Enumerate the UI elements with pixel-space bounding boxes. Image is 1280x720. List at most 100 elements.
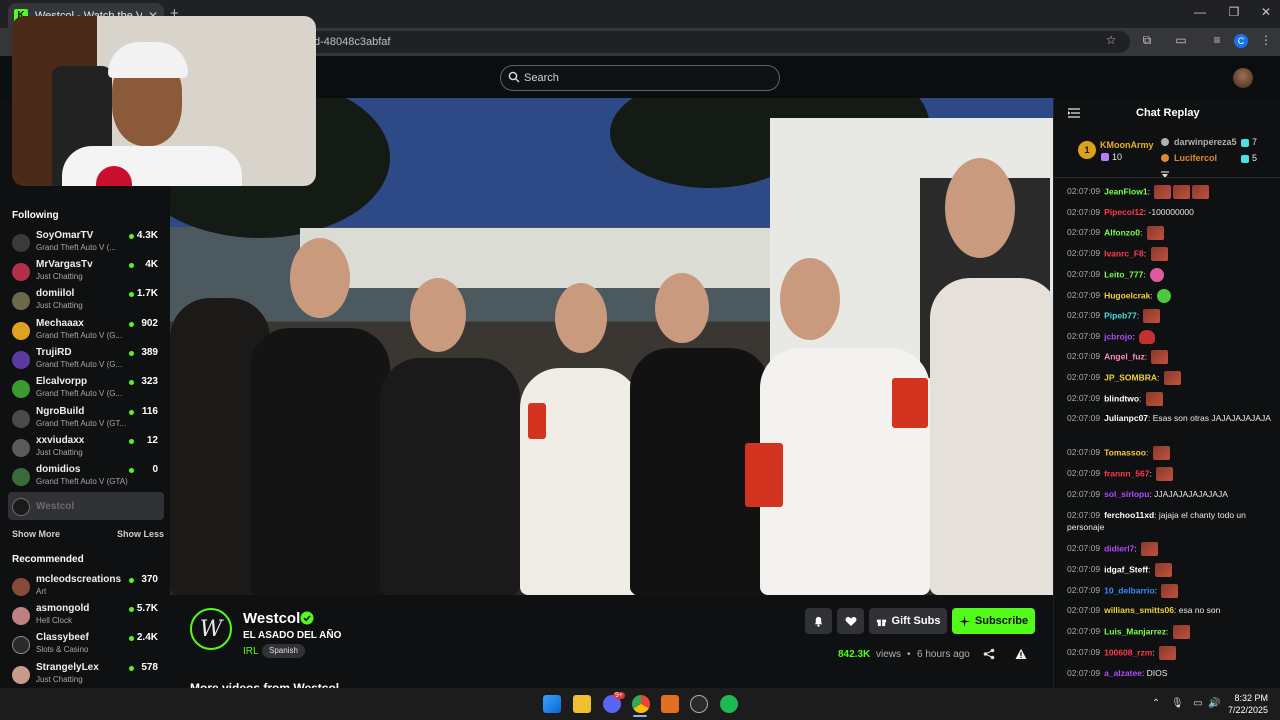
subscribe-button[interactable]: Subscribe [952,608,1035,634]
spotify-icon[interactable] [720,695,738,713]
sidebar-channel[interactable]: Mechaaax Grand Theft Auto V (G... 902 [8,316,164,344]
emote-icon[interactable] [1161,584,1179,598]
show-more-button[interactable]: Show More [12,529,60,539]
emote-icon[interactable] [1143,309,1161,323]
message-username[interactable]: ferchoo11xd [1104,510,1154,520]
emote-icon[interactable] [1141,542,1159,556]
channel-logo[interactable]: W [190,608,232,650]
message-username[interactable]: JeanFlow1 [1104,186,1147,196]
share-icon[interactable] [983,648,995,660]
emote-icon[interactable] [1152,446,1170,460]
message-username[interactable]: a_alzatee [1104,668,1142,678]
message-username[interactable]: didierl7 [1104,543,1134,553]
extensions-icon[interactable]: ⧉ [1138,33,1156,48]
emote-icon[interactable] [1192,185,1210,199]
menu-kebab-icon[interactable]: ⋮ [1257,33,1275,47]
search-input[interactable] [524,69,764,87]
top-gifter-name[interactable]: KMoonArmy [1100,140,1154,150]
windows-start-icon[interactable] [543,695,561,713]
follow-button[interactable] [837,608,864,634]
report-warning-icon[interactable] [1015,648,1027,660]
sidebar-channel-current[interactable]: Westcol [8,492,164,520]
tray-chevron-icon[interactable]: ⌃ [1150,698,1162,710]
sidebar-channel[interactable]: TrujiRD Grand Theft Auto V (G... 389 [8,345,164,373]
emote-icon[interactable] [1163,371,1181,385]
message-username[interactable]: 10_delbarrio [1104,585,1155,595]
collapse-chat-icon[interactable] [1068,108,1080,118]
chrome-icon[interactable] [632,695,650,713]
viewer-count: 4K [145,259,158,270]
microphone-tray-icon[interactable]: 🎙 [1171,698,1184,710]
emote-icon[interactable] [1154,185,1172,199]
sidebar-channel[interactable]: Elcalvorpp Grand Theft Auto V (G... 323 [8,374,164,402]
message-username[interactable]: idgaf_Steff [1104,564,1148,574]
message-username[interactable]: blindtwo [1104,393,1139,403]
viewer-count: 2.4K [136,632,158,643]
sidebar-channel[interactable]: asmongold Hell Clock 5.7K [8,601,164,629]
sidebar-channel[interactable]: domiilol Just Chatting 1.7K [8,286,164,314]
message-username[interactable]: frannn_567 [1104,468,1149,478]
volume-icon[interactable]: 🔊 [1208,698,1220,710]
emote-icon[interactable] [1154,563,1172,577]
top-gifter-name[interactable]: darwinpereza5 [1174,137,1237,147]
app-icon[interactable] [690,695,708,713]
profile-avatar[interactable]: C [1234,34,1248,48]
message-username[interactable]: sol_sirlopu [1104,489,1149,499]
message-username[interactable]: Alfonzo0 [1104,227,1140,237]
language-tag[interactable]: Spanish [262,644,305,658]
sidebar-channel[interactable]: StrangelyLex Just Chatting 578 [8,660,164,688]
sidebar-channel[interactable]: NgroBuild Grand Theft Auto V (GT... 116 [8,404,164,432]
emote-icon[interactable] [1172,625,1190,639]
expand-pinned-icon[interactable] [1160,170,1170,180]
streamer-name[interactable]: Westcol [243,610,300,627]
reading-list-icon[interactable]: ≡ [1208,33,1226,47]
emote-icon[interactable] [1145,392,1163,406]
gift-subs-button[interactable]: Gift Subs [869,608,947,634]
sidebar-channel[interactable]: mcleodscreations Art 370 [8,572,164,600]
message-username[interactable]: willians_smitts06 [1104,605,1174,615]
url-text[interactable]: d-48048c3abfaf [314,36,390,48]
sidebar-channel[interactable]: xxviudaxx Just Chatting 12 [8,433,164,461]
category-link[interactable]: IRL [243,646,259,657]
top-gifter-name[interactable]: Lucifercol [1174,153,1217,163]
emote-icon[interactable] [1150,247,1168,261]
message-username[interactable]: Luis_Manjarrez [1104,626,1166,636]
emote-icon[interactable] [1151,350,1169,364]
maximize-icon[interactable]: ❐ [1224,5,1244,19]
emote-icon[interactable] [1159,646,1177,660]
message-username[interactable]: Julianpc07 [1104,413,1148,423]
message-username[interactable]: Ivanrc_F8 [1104,248,1144,258]
sidebar-channel[interactable]: MrVargasTv Just Chatting 4K [8,257,164,285]
message-username[interactable]: Tomassoo [1104,447,1146,457]
emote-icon[interactable] [1156,467,1174,481]
bookmark-star-icon[interactable]: ☆ [1102,33,1120,47]
user-avatar[interactable] [1233,68,1253,88]
emote-icon[interactable] [1157,289,1172,303]
file-explorer-icon[interactable] [573,695,591,713]
message-timestamp: 02:07:09 [1067,393,1101,404]
clock-date[interactable]: 7/22/2025 [1224,705,1268,715]
message-username[interactable]: 100608_rzm [1104,647,1152,657]
emote-icon[interactable] [1139,330,1156,344]
message-username[interactable]: jcbrojo [1104,331,1132,341]
minimize-icon[interactable]: — [1190,5,1210,19]
sidebar-channel[interactable]: Classybeef Slots & Casino 2.4K [8,630,164,658]
network-icon[interactable]: ▭ [1192,698,1204,710]
message-username[interactable]: Angel_fuz [1104,351,1145,361]
message-username[interactable]: Leito_777 [1104,269,1143,279]
emote-icon[interactable] [1173,185,1191,199]
app-icon[interactable] [661,695,679,713]
sidebar-channel[interactable]: domidios Grand Theft Auto V (GTA) 0 [8,462,164,490]
message-username[interactable]: JP_SOMBRA [1104,372,1157,382]
emote-icon[interactable] [1150,268,1165,282]
sidebar-channel[interactable]: SoyOmarTV Grand Theft Auto V (... 4.3K [8,228,164,256]
clock-time[interactable]: 8:32 PM [1232,693,1268,703]
message-username[interactable]: Pipecol12 [1104,207,1144,217]
message-username[interactable]: Hugoelcrak [1104,290,1150,300]
message-username[interactable]: Pipeb77 [1104,310,1137,320]
emote-icon[interactable] [1146,226,1164,240]
close-window-icon[interactable]: ✕ [1256,5,1276,19]
cast-icon[interactable]: ▭ [1172,33,1190,47]
show-less-button[interactable]: Show Less [117,529,164,539]
notification-button[interactable] [805,608,832,634]
